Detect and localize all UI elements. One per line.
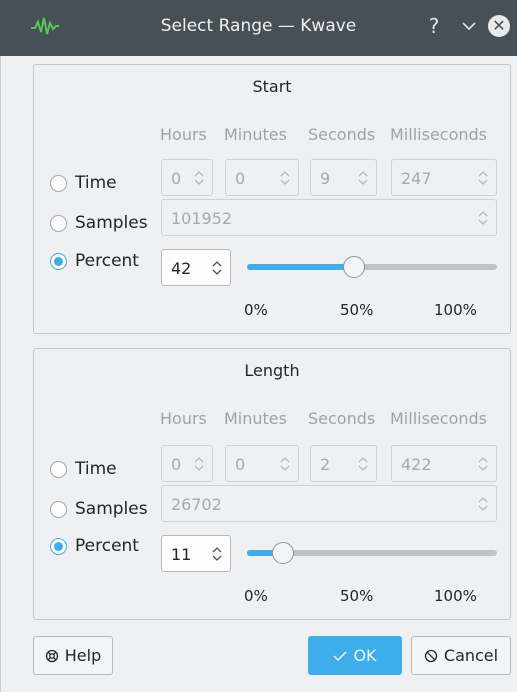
slider-handle[interactable]: [272, 542, 295, 564]
group-title-start: Start: [252, 77, 292, 96]
column-minutes: Minutes: [224, 125, 287, 144]
spin-arrows-icon: [478, 497, 488, 511]
radio-button-checked[interactable]: [50, 537, 67, 555]
help-button-label: Help: [64, 646, 102, 665]
percent-spinbox[interactable]: 42: [161, 249, 231, 286]
radio-button[interactable]: [50, 174, 67, 192]
radio-button-checked[interactable]: [50, 252, 67, 270]
percent-slider[interactable]: [247, 539, 497, 569]
seconds-spinbox[interactable]: 2: [310, 445, 377, 482]
help-life-ring-icon: [45, 649, 58, 662]
column-seconds: Seconds: [308, 409, 376, 428]
start-group: Start Hours Minutes Seconds Milliseconds…: [33, 64, 511, 334]
group-title-length: Length: [244, 361, 300, 380]
cancel-button[interactable]: Cancel: [411, 636, 511, 675]
spin-arrows-icon: [478, 211, 488, 225]
column-seconds: Seconds: [308, 125, 376, 144]
hours-spinbox[interactable]: 0: [161, 445, 213, 482]
radio-button[interactable]: [50, 500, 67, 518]
close-button[interactable]: ✕: [485, 12, 513, 40]
radio-samples-start[interactable]: Samples: [50, 213, 148, 233]
spin-arrows-icon: [280, 171, 290, 185]
ok-button[interactable]: OK: [308, 636, 402, 675]
spin-arrows-icon: [194, 457, 204, 471]
ok-button-label: OK: [353, 646, 377, 665]
spin-arrows-icon: [194, 171, 204, 185]
minutes-spinbox[interactable]: 0: [225, 159, 299, 196]
radio-label: Samples: [75, 499, 148, 519]
radio-percent-start[interactable]: Percent: [50, 251, 139, 271]
tick-label: 50%: [340, 301, 374, 319]
radio-label: Samples: [75, 213, 148, 233]
tick-label: 100%: [434, 587, 477, 605]
column-hours: Hours: [160, 125, 207, 144]
tick-label: 50%: [340, 587, 374, 605]
slider-fill: [247, 264, 354, 270]
percent-slider[interactable]: [247, 253, 497, 283]
milliseconds-spinbox[interactable]: 422: [391, 445, 497, 482]
cancel-icon: [424, 649, 438, 662]
column-milliseconds: Milliseconds: [390, 125, 487, 144]
spin-arrows-icon: [478, 171, 488, 185]
samples-spinbox[interactable]: 26702: [161, 485, 497, 522]
hours-spinbox[interactable]: 0: [161, 159, 213, 196]
samples-spinbox[interactable]: 101952: [161, 199, 497, 236]
cancel-button-label: Cancel: [443, 646, 499, 665]
spin-arrows-icon: [358, 171, 368, 185]
seconds-spinbox[interactable]: 9: [310, 159, 377, 196]
spin-arrows-icon: [212, 547, 222, 561]
close-icon: ✕: [488, 15, 510, 37]
minimize-icon[interactable]: [455, 12, 483, 40]
radio-label: Percent: [75, 536, 139, 556]
radio-samples-length[interactable]: Samples: [50, 499, 148, 519]
checkmark-icon: [333, 650, 347, 661]
tick-label: 100%: [434, 301, 477, 319]
radio-label: Time: [75, 459, 117, 479]
percent-spinbox[interactable]: 11: [161, 535, 231, 572]
radio-button[interactable]: [50, 460, 67, 478]
column-hours: Hours: [160, 409, 207, 428]
tick-label: 0%: [244, 301, 268, 319]
milliseconds-spinbox[interactable]: 247: [391, 159, 497, 196]
spin-arrows-icon: [280, 457, 290, 471]
radio-time-start[interactable]: Time: [50, 173, 117, 193]
minutes-spinbox[interactable]: 0: [225, 445, 299, 482]
spin-arrows-icon: [358, 457, 368, 471]
radio-percent-length[interactable]: Percent: [50, 536, 139, 556]
radio-button[interactable]: [50, 214, 67, 232]
help-icon[interactable]: ?: [420, 12, 448, 40]
slider-handle[interactable]: [342, 256, 365, 278]
spin-arrows-icon: [478, 457, 488, 471]
dialog-body: Start Hours Minutes Seconds Milliseconds…: [0, 56, 517, 692]
radio-label: Time: [75, 173, 117, 193]
length-group: Length Hours Minutes Seconds Millisecond…: [33, 348, 511, 620]
radio-label: Percent: [75, 251, 139, 271]
column-minutes: Minutes: [224, 409, 287, 428]
tick-label: 0%: [244, 587, 268, 605]
help-button[interactable]: Help: [33, 636, 113, 675]
spin-arrows-icon: [212, 261, 222, 275]
column-milliseconds: Milliseconds: [390, 409, 487, 428]
radio-time-length[interactable]: Time: [50, 459, 117, 479]
title-bar: Select Range — Kwave ? ✕: [0, 0, 517, 56]
